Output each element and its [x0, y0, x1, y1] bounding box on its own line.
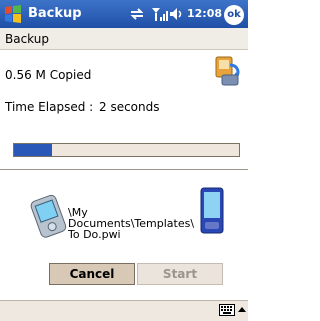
page-title: Backup [5, 32, 49, 46]
page-header: Backup [0, 28, 248, 50]
ok-button[interactable]: ok [224, 5, 244, 25]
volume-icon[interactable] [168, 6, 184, 22]
elapsed-label: Time Elapsed : [5, 100, 94, 114]
file-path: \My Documents\Templates\ To Do.pwi [68, 207, 208, 240]
backup-icon [215, 56, 240, 86]
window-title: Backup [28, 6, 82, 21]
elapsed-value: 2 seconds [99, 100, 160, 114]
signal-icon[interactable] [150, 5, 168, 23]
copied-status: 0.56 M Copied [5, 68, 92, 82]
divider [0, 169, 248, 170]
pda-device-icon [30, 194, 67, 238]
progress-bar [13, 143, 240, 157]
start-button[interactable]: Start [137, 263, 223, 285]
chevron-up-icon[interactable] [238, 306, 246, 314]
windows-start-icon[interactable] [3, 4, 23, 24]
cancel-button[interactable]: Cancel [49, 263, 135, 285]
progress-fill [14, 144, 53, 156]
bottom-bar [0, 300, 248, 321]
sync-icon[interactable] [129, 6, 145, 22]
clock[interactable]: 12:08 [187, 7, 222, 20]
title-bar: Backup 12:08 ok [0, 0, 248, 28]
storage-card-icon [200, 187, 224, 234]
file-path-line: To Do.pwi [68, 228, 121, 241]
keyboard-icon[interactable] [219, 304, 235, 316]
